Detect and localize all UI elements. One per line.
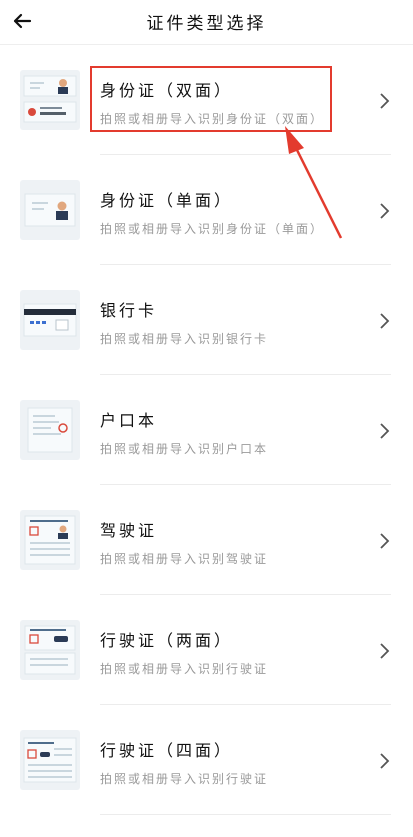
vehicle-license-two-icon <box>20 620 80 680</box>
item-subtitle: 拍照或相册导入识别行驶证 <box>100 662 269 676</box>
item-title: 身份证（单面） <box>100 191 234 210</box>
chevron-right-icon <box>380 313 390 329</box>
list-item-household-register[interactable]: 户口本 拍照或相册导入识别户口本 <box>0 375 413 485</box>
list-item-id-card-single[interactable]: 身份证（单面） 拍照或相册导入识别身份证（单面） <box>0 155 413 265</box>
id-card-single-icon <box>20 180 80 240</box>
page-title: 证件类型选择 <box>146 14 267 34</box>
item-subtitle: 拍照或相册导入识别户口本 <box>100 442 269 456</box>
vehicle-license-four-icon <box>20 730 80 790</box>
list-item-bank-card[interactable]: 银行卡 拍照或相册导入识别银行卡 <box>0 265 413 375</box>
household-register-icon <box>20 400 80 460</box>
list-item-vehicle-license-four[interactable]: 行驶证（四面） 拍照或相册导入识别行驶证 <box>0 705 413 815</box>
bank-card-icon <box>20 290 80 350</box>
chevron-right-icon <box>380 753 390 769</box>
list-item-driver-license[interactable]: 驾驶证 拍照或相册导入识别驾驶证 <box>0 485 413 595</box>
divider <box>100 814 391 815</box>
chevron-right-icon <box>380 643 390 659</box>
item-title: 驾驶证 <box>100 521 158 540</box>
item-subtitle: 拍照或相册导入识别行驶证 <box>100 772 269 786</box>
item-subtitle: 拍照或相册导入识别银行卡 <box>100 332 269 346</box>
item-title: 银行卡 <box>100 301 158 320</box>
item-title: 户口本 <box>100 411 158 430</box>
item-subtitle: 拍照或相册导入识别身份证（单面） <box>100 222 325 236</box>
chevron-right-icon <box>380 533 390 549</box>
list-item-vehicle-license-two[interactable]: 行驶证（两面） 拍照或相册导入识别行驶证 <box>0 595 413 705</box>
item-title: 行驶证（两面） <box>100 631 234 650</box>
driver-license-icon <box>20 510 80 570</box>
item-subtitle: 拍照或相册导入识别驾驶证 <box>100 552 269 566</box>
chevron-right-icon <box>380 423 390 439</box>
id-card-double-icon <box>20 70 80 130</box>
chevron-right-icon <box>380 93 390 109</box>
highlight-box <box>90 66 332 132</box>
item-title: 行驶证（四面） <box>100 741 234 760</box>
chevron-right-icon <box>380 203 390 219</box>
top-bar: 证件类型选择 <box>0 0 413 45</box>
